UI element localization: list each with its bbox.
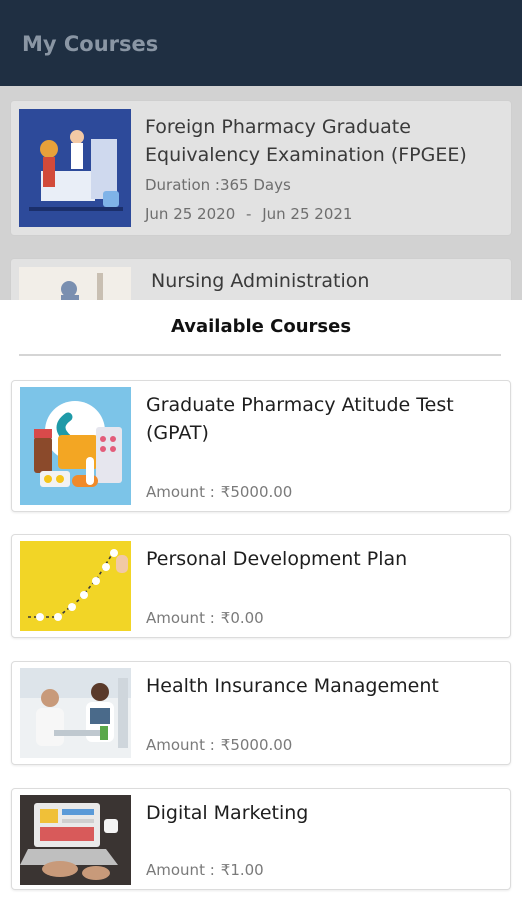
amount-label: Amount : <box>146 609 215 627</box>
my-course-name: Nursing Administration <box>151 270 370 292</box>
my-courses-list: Foreign Pharmacy Graduate Equivalency Ex… <box>0 86 522 320</box>
course-name: Digital Marketing <box>146 802 309 824</box>
course-card-dm[interactable]: Digital Marketing Amount : ₹1.00 <box>11 788 511 890</box>
amount-value: ₹5000.00 <box>220 483 293 501</box>
my-course-name: Foreign Pharmacy Graduate Equivalency Ex… <box>145 116 467 166</box>
course-card-pdp[interactable]: Personal Development Plan Amount : ₹0.00 <box>11 534 511 638</box>
laptop-work-icon <box>20 795 131 885</box>
sheet-title: Available Courses <box>170 316 352 337</box>
course-end-date: Jun 25 2021 <box>262 205 353 223</box>
amount-label: Amount : <box>146 736 215 754</box>
available-courses-sheet: Available Courses Graduate Pharmacy Atit… <box>0 300 522 900</box>
doctor-consultation-icon <box>20 668 131 758</box>
pharmacy-lab-icon <box>19 109 131 227</box>
pharmacy-illustration-icon <box>20 387 131 505</box>
course-amount: Amount : ₹0.00 <box>146 609 264 627</box>
course-name: Health Insurance Management <box>146 675 439 697</box>
course-amount: Amount : ₹1.00 <box>146 861 264 879</box>
course-start-date: Jun 25 2020 <box>145 205 236 223</box>
amount-label: Amount : <box>146 861 215 879</box>
course-card-gpat[interactable]: Graduate Pharmacy Atitude Test (GPAT) Am… <box>11 380 511 512</box>
amount-value: ₹0.00 <box>220 609 264 627</box>
course-name: Graduate Pharmacy Atitude Test (GPAT) <box>146 394 454 444</box>
course-name: Personal Development Plan <box>146 548 408 570</box>
amount-label: Amount : <box>146 483 215 501</box>
amount-value: ₹5000.00 <box>220 736 293 754</box>
my-course-card[interactable]: Foreign Pharmacy Graduate Equivalency Ex… <box>10 100 512 236</box>
my-course-dates: Jun 25 2020 - Jun 25 2021 <box>145 205 353 223</box>
growth-graph-icon <box>20 541 131 631</box>
course-amount: Amount : ₹5000.00 <box>146 736 292 754</box>
page-title: My Courses <box>22 32 159 56</box>
my-course-duration: Duration :365 Days <box>145 176 291 194</box>
divider <box>19 354 501 356</box>
course-amount: Amount : ₹5000.00 <box>146 483 292 501</box>
course-thumbnail <box>19 109 131 227</box>
course-card-him[interactable]: Health Insurance Management Amount : ₹500… <box>11 661 511 765</box>
app-bar: My Courses <box>0 0 522 86</box>
amount-value: ₹1.00 <box>220 861 264 879</box>
